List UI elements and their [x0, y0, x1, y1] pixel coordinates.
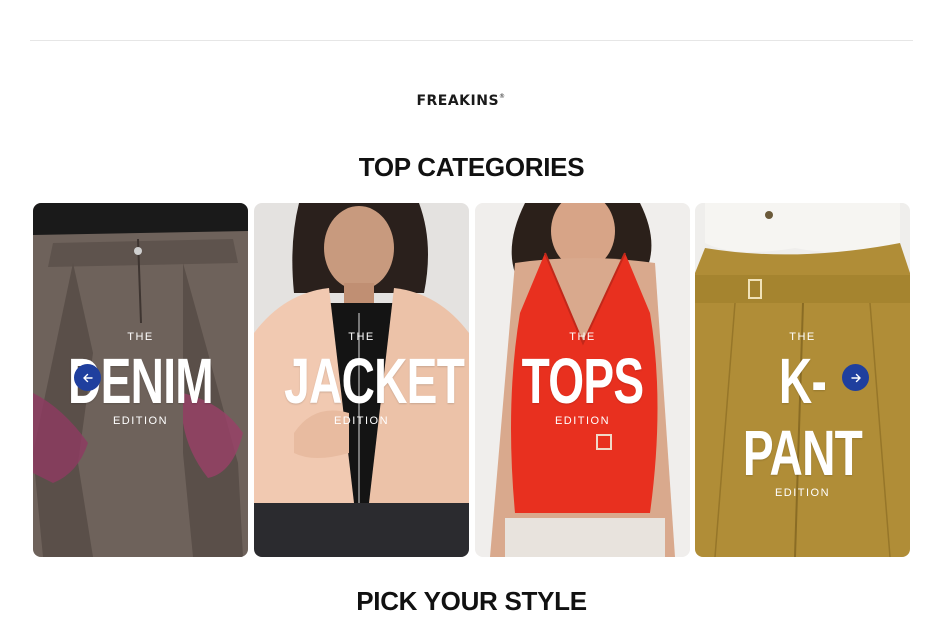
- pick-your-style-title: PICK YOUR STYLE: [356, 586, 587, 616]
- category-carousel: THE DENIM EDITION THE JACKET EDITION THE…: [33, 203, 910, 557]
- brand-name: FREAKINS: [416, 93, 500, 109]
- arrow-left-icon: [82, 373, 93, 382]
- carousel-prev-button[interactable]: [74, 364, 101, 391]
- category-prefix: THE: [789, 331, 816, 343]
- brand-logo[interactable]: FREAKINS®: [0, 93, 922, 109]
- category-prefix: THE: [569, 331, 596, 343]
- category-prefix: THE: [348, 331, 375, 343]
- category-name: JACKET: [284, 345, 465, 417]
- category-card-tops[interactable]: THE TOPS EDITION: [475, 203, 690, 557]
- denim-label: THE DENIM EDITION: [33, 331, 248, 427]
- category-prefix: THE: [127, 331, 154, 343]
- category-card-denim[interactable]: THE DENIM EDITION: [33, 203, 248, 557]
- category-card-jacket[interactable]: THE JACKET EDITION: [254, 203, 469, 557]
- top-categories-title: TOP CATEGORIES: [358, 152, 585, 182]
- brand-mark: ®: [499, 93, 506, 100]
- carousel-next-button[interactable]: [842, 364, 869, 391]
- tops-label: THE TOPS EDITION: [475, 331, 690, 427]
- kpant-label: THE K-PANT EDITION: [695, 331, 910, 499]
- category-name: TOPS: [521, 345, 644, 417]
- arrow-right-icon: [850, 373, 861, 382]
- jacket-label: THE JACKET EDITION: [254, 331, 469, 427]
- category-card-kpant[interactable]: THE K-PANT EDITION: [695, 203, 910, 557]
- header-divider: [30, 40, 913, 41]
